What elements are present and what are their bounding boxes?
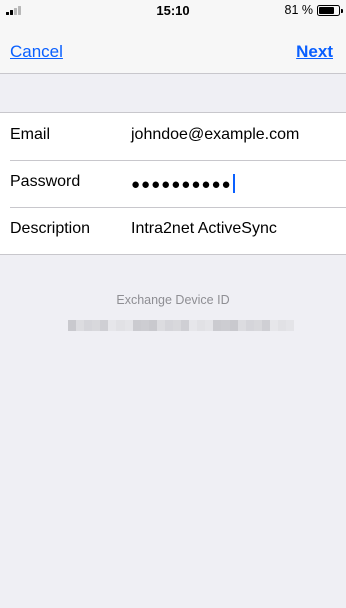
device-id-pixel bbox=[140, 320, 149, 331]
device-id-pixel bbox=[148, 320, 157, 331]
description-label: Description bbox=[10, 220, 91, 237]
device-id-pixel bbox=[173, 320, 182, 331]
navigation-bar: Cancel Next bbox=[0, 20, 346, 74]
device-id-pixel bbox=[189, 320, 198, 331]
device-id-pixel bbox=[164, 320, 174, 331]
password-row[interactable]: Password ●●●●●●●●●● bbox=[0, 160, 346, 207]
email-field[interactable]: johndoe@example.com bbox=[131, 126, 299, 144]
device-id-pixel bbox=[269, 320, 279, 331]
device-id-pixel bbox=[181, 320, 190, 331]
account-form: Email johndoe@example.com Password ●●●●●… bbox=[0, 112, 346, 255]
device-id-pixel bbox=[92, 320, 101, 331]
password-field[interactable]: ●●●●●●●●●● bbox=[131, 174, 235, 193]
exchange-device-id-value bbox=[68, 320, 295, 331]
description-field[interactable]: Intra2net ActiveSync bbox=[131, 220, 277, 238]
device-id-pixel bbox=[116, 320, 125, 331]
device-id-pixel bbox=[197, 320, 206, 331]
device-id-pixel bbox=[253, 320, 262, 331]
description-row[interactable]: Description Intra2net ActiveSync bbox=[0, 207, 346, 254]
password-label: Password bbox=[10, 173, 81, 190]
text-cursor bbox=[232, 174, 235, 193]
battery-indicator: 81 % bbox=[284, 3, 343, 17]
device-id-pixel bbox=[286, 320, 295, 331]
battery-nub bbox=[341, 8, 343, 13]
device-id-pixel bbox=[245, 320, 254, 331]
device-id-pixel bbox=[108, 320, 117, 331]
battery-fill bbox=[319, 6, 335, 14]
device-id-pixel bbox=[278, 320, 287, 331]
device-id-pixel bbox=[132, 320, 141, 331]
next-button[interactable]: Next bbox=[296, 42, 333, 62]
status-bar: 15:10 81 % bbox=[0, 0, 346, 20]
device-id-pixel bbox=[68, 320, 77, 331]
device-id-pixel bbox=[237, 320, 246, 331]
battery-percent: 81 % bbox=[284, 3, 314, 17]
device-id-pixel bbox=[100, 320, 109, 331]
device-id-pixel bbox=[213, 320, 222, 331]
password-dots: ●●●●●●●●●● bbox=[131, 176, 232, 193]
device-id-pixel bbox=[229, 320, 238, 331]
battery-icon bbox=[317, 4, 343, 16]
email-row[interactable]: Email johndoe@example.com bbox=[0, 113, 346, 160]
device-id-pixel bbox=[221, 320, 230, 331]
email-label: Email bbox=[10, 126, 51, 143]
device-id-pixel bbox=[76, 320, 85, 331]
device-id-pixel bbox=[124, 320, 133, 331]
device-id-pixel bbox=[84, 320, 93, 331]
cancel-button[interactable]: Cancel bbox=[10, 42, 63, 62]
device-id-pixel bbox=[205, 320, 214, 331]
device-id-pixel bbox=[156, 320, 165, 331]
exchange-device-id-title: Exchange Device ID bbox=[116, 293, 230, 307]
device-id-pixel bbox=[261, 320, 270, 331]
